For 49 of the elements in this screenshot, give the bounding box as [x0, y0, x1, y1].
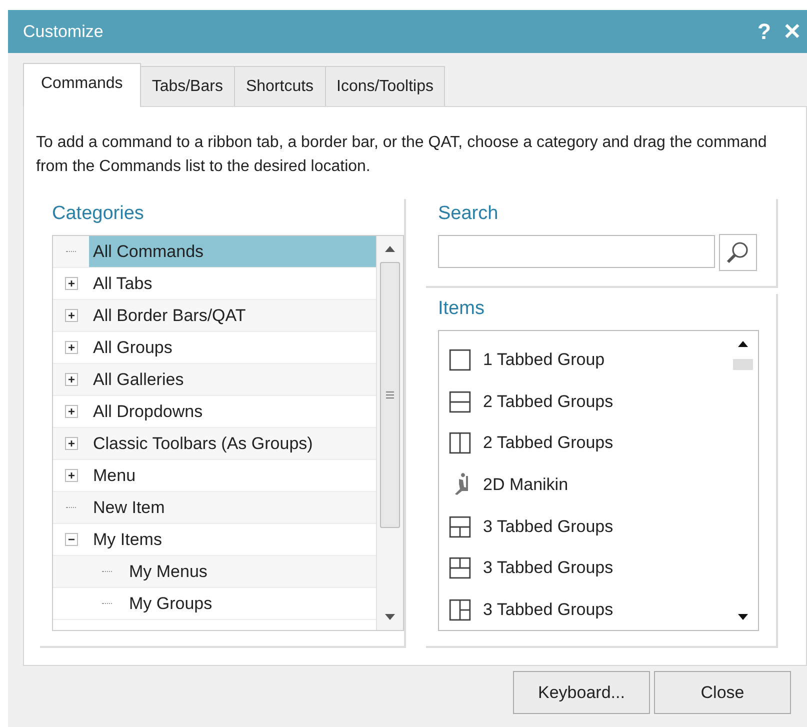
group-heading: Search — [438, 203, 500, 225]
tree-item[interactable]: All Commands — [89, 236, 376, 267]
list-item[interactable]: 2 Tabbed Groups — [483, 392, 614, 412]
dialog-button[interactable]: Close — [654, 671, 791, 714]
list-item[interactable]: 3 Tabbed Groups — [483, 558, 614, 578]
tab[interactable]: Tabs/Bars — [140, 66, 235, 106]
tree-item[interactable]: All Groups — [89, 332, 376, 363]
tab[interactable]: Icons/Tooltips — [324, 66, 446, 106]
collapse-toggle-icon[interactable] — [64, 533, 78, 546]
window-title: Customize — [23, 22, 104, 42]
group-heading: Items — [438, 298, 486, 320]
scroll-down-icon[interactable] — [385, 614, 395, 620]
expand-toggle-icon[interactable] — [64, 277, 78, 290]
list-item[interactable]: 1 Tabbed Group — [483, 350, 605, 370]
scroll-down-icon[interactable] — [738, 614, 748, 620]
description-text: To add a command to a ribbon tab, a border bar, or the QAT, choose a category and drag the command from the Commands list to the desired location. — [36, 133, 768, 177]
expand-toggle-icon[interactable] — [64, 405, 78, 418]
tree-item[interactable]: My Groups — [125, 588, 376, 619]
dialog-button[interactable]: Keyboard... — [513, 671, 650, 714]
expand-toggle-icon[interactable] — [64, 437, 78, 450]
tree-item[interactable]: All Dropdowns — [89, 396, 376, 427]
layout-icon — [449, 348, 471, 371]
list-item[interactable]: 3 Tabbed Groups — [483, 516, 614, 537]
scroll-up-icon[interactable] — [385, 246, 395, 252]
list-item[interactable]: 3 Tabbed Groups — [483, 600, 614, 620]
expand-toggle-icon[interactable] — [64, 469, 78, 482]
layout-icon — [449, 390, 471, 413]
search-button[interactable] — [719, 234, 757, 271]
tab[interactable]: Shortcuts — [234, 66, 326, 106]
search-field[interactable] — [438, 235, 715, 268]
group-heading: Categories — [52, 203, 145, 225]
expand-toggle-icon[interactable] — [64, 309, 78, 322]
expand-toggle-icon[interactable] — [64, 341, 78, 354]
layout-icon — [449, 432, 471, 454]
scroll-up-icon[interactable] — [738, 341, 748, 347]
tree-item[interactable]: Menu — [89, 460, 376, 491]
tab[interactable]: Commands — [23, 63, 141, 107]
layout-icon — [449, 516, 471, 538]
scroll-thumb[interactable] — [733, 359, 753, 370]
layout-icon — [449, 598, 471, 621]
tree-item[interactable]: All Tabs — [89, 268, 376, 299]
scrollbar[interactable] — [376, 236, 403, 630]
tree-item[interactable]: My Items — [89, 524, 376, 555]
list-item[interactable]: 2 Tabbed Groups — [483, 433, 614, 454]
expand-toggle-icon[interactable] — [64, 373, 78, 386]
search-icon — [725, 240, 751, 266]
list-item[interactable]: 2D Manikin — [483, 474, 568, 495]
scroll-thumb[interactable] — [380, 262, 400, 528]
layout-icon — [449, 557, 471, 580]
